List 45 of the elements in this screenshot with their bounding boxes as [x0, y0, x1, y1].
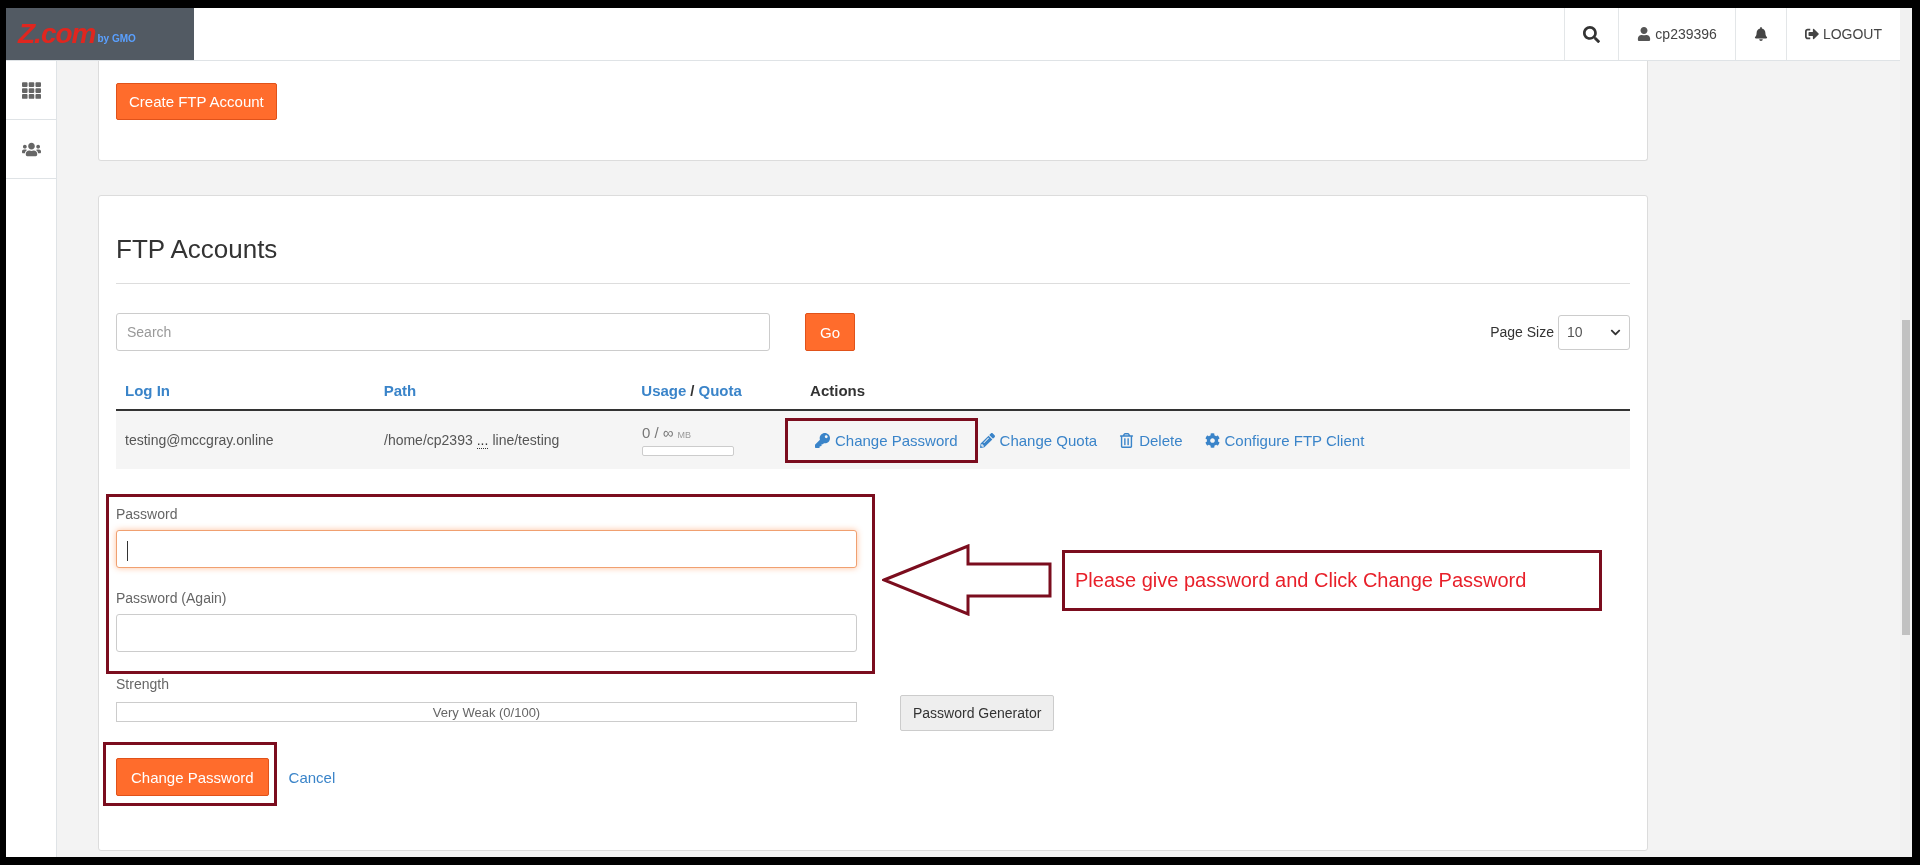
- text-cursor: [127, 541, 128, 561]
- path-cell: /home/cp2393: [384, 432, 473, 448]
- callout: Please give password and Click Change Password: [1062, 550, 1602, 611]
- search-icon: [1583, 25, 1601, 43]
- password-again-field[interactable]: [116, 614, 857, 652]
- trash-icon: [1119, 432, 1135, 448]
- bell-icon: [1753, 27, 1768, 41]
- column-header: Actions: [810, 382, 866, 399]
- column-header[interactable]: Usage: [641, 382, 687, 399]
- password-generator-button[interactable]: Password Generator: [900, 695, 1055, 731]
- login-cell: testing@mccgray.online: [125, 432, 274, 448]
- section-title: FTP Accounts: [116, 234, 1630, 284]
- go-button[interactable]: Go: [805, 313, 855, 351]
- field-label: Password: [116, 506, 179, 522]
- field-label: Password (Again): [116, 590, 228, 606]
- strength-text: Very Weak (0/100): [432, 704, 541, 720]
- scrollbar[interactable]: [1900, 8, 1912, 857]
- page-size-label: Page Size: [1490, 324, 1554, 340]
- header-separator: /: [690, 382, 695, 399]
- key-icon: [815, 432, 830, 448]
- column-header[interactable]: Path: [383, 382, 417, 399]
- column-header[interactable]: Quota: [698, 382, 742, 399]
- create-ftp-account-button[interactable]: Create FTP Account: [116, 83, 277, 120]
- page-size-select[interactable]: 10: [1558, 314, 1630, 350]
- action-link[interactable]: Change Quota: [979, 431, 1098, 449]
- action-link[interactable]: Configure FTP Client: [1204, 431, 1365, 449]
- field-label: Strength: [116, 676, 170, 692]
- action-link[interactable]: Change Password: [815, 431, 958, 449]
- cancel-link[interactable]: Cancel: [288, 768, 336, 786]
- path-ellipsis[interactable]: ...: [476, 431, 489, 449]
- action-link[interactable]: Delete: [1119, 431, 1183, 449]
- user-icon: [1637, 27, 1652, 41]
- pencil-icon: [979, 432, 995, 448]
- logout-icon: [1804, 27, 1819, 41]
- password-field[interactable]: [116, 530, 857, 568]
- change-password-button[interactable]: Change Password: [116, 758, 269, 796]
- user-menu[interactable]: cp239396: [1618, 8, 1735, 60]
- search-field[interactable]: Search: [116, 313, 770, 351]
- path-cell: line/testing: [492, 432, 560, 448]
- gear-icon: [1204, 432, 1220, 448]
- grid-icon: [21, 80, 41, 100]
- column-header[interactable]: Log In: [125, 382, 170, 399]
- usage-value: 0 / ∞ MB: [642, 424, 693, 442]
- logo-text: Z.com: [18, 18, 96, 50]
- logo-subtext: by GMO: [97, 32, 136, 44]
